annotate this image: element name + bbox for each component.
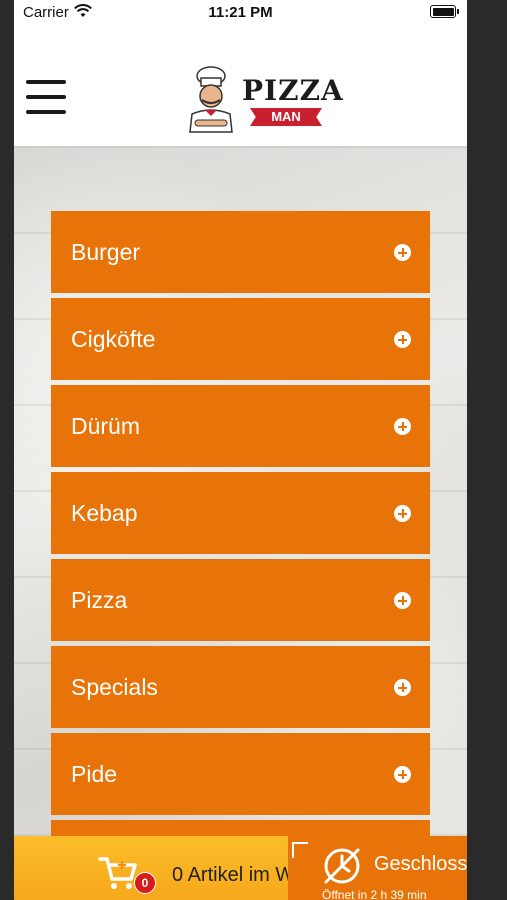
category-item[interactable]: Pizza bbox=[51, 559, 430, 641]
category-label: Cigköfte bbox=[71, 326, 156, 352]
hamburger-icon bbox=[26, 110, 66, 114]
category-label: Pide bbox=[71, 761, 118, 787]
plus-circle-icon bbox=[394, 679, 411, 696]
app-header: PIZZA MAN bbox=[14, 26, 467, 146]
cart-count-badge: 0 bbox=[134, 872, 156, 894]
plus-circle-icon bbox=[394, 331, 411, 348]
hamburger-icon bbox=[26, 80, 66, 84]
category-label: Kebap bbox=[71, 500, 138, 526]
plus-circle-icon bbox=[394, 505, 411, 522]
status-time: 11:21 PM bbox=[208, 4, 273, 21]
shopping-cart-icon bbox=[98, 855, 138, 896]
plus-circle-icon bbox=[394, 244, 411, 261]
category-item[interactable]: Specials bbox=[51, 646, 430, 728]
menu-content: Burger Cigköfte Dürüm Kebap Pizza Specia… bbox=[14, 146, 467, 900]
cart-button[interactable]: 0 0 Artikel im Warenkorb bbox=[14, 836, 372, 900]
category-item[interactable]: Pide bbox=[51, 733, 430, 815]
logo-banner: MAN bbox=[250, 108, 322, 126]
store-status-label: Geschlossen bbox=[374, 853, 467, 875]
hamburger-icon bbox=[26, 95, 66, 99]
hamburger-menu-button[interactable] bbox=[26, 80, 66, 114]
phone-screen: Carrier 11:21 PM PIZZA MAN Burger Cigköf… bbox=[14, 0, 467, 900]
plus-circle-icon bbox=[394, 592, 411, 609]
category-label: Pizza bbox=[71, 587, 128, 613]
plus-circle-icon bbox=[394, 418, 411, 435]
category-label: Specials bbox=[71, 674, 158, 700]
plus-circle-icon bbox=[394, 766, 411, 783]
category-label: Burger bbox=[71, 239, 141, 265]
category-list: Burger Cigköfte Dürüm Kebap Pizza Specia… bbox=[51, 211, 430, 900]
category-item[interactable]: Burger bbox=[51, 211, 430, 293]
category-item[interactable]: Kebap bbox=[51, 472, 430, 554]
battery-icon bbox=[430, 5, 459, 18]
category-item[interactable]: Cigköfte bbox=[51, 298, 430, 380]
closed-clock-icon bbox=[320, 844, 364, 893]
category-label: Dürüm bbox=[71, 413, 141, 439]
corner-bracket-icon bbox=[292, 842, 308, 858]
store-opening-time: Öffnet in 2 h 39 min bbox=[322, 888, 427, 900]
store-status-button[interactable]: Geschlossen Öffnet in 2 h 39 min bbox=[288, 836, 467, 900]
bottom-bar: 0 0 Artikel im Warenkorb Geschlossen Öff… bbox=[14, 836, 467, 900]
category-item[interactable]: Dürüm bbox=[51, 385, 430, 467]
logo-wordmark: PIZZA bbox=[242, 74, 344, 107]
chef-icon bbox=[189, 66, 233, 133]
status-bar: Carrier 11:21 PM bbox=[14, 0, 467, 24]
pizza-man-logo: PIZZA MAN bbox=[182, 64, 343, 136]
